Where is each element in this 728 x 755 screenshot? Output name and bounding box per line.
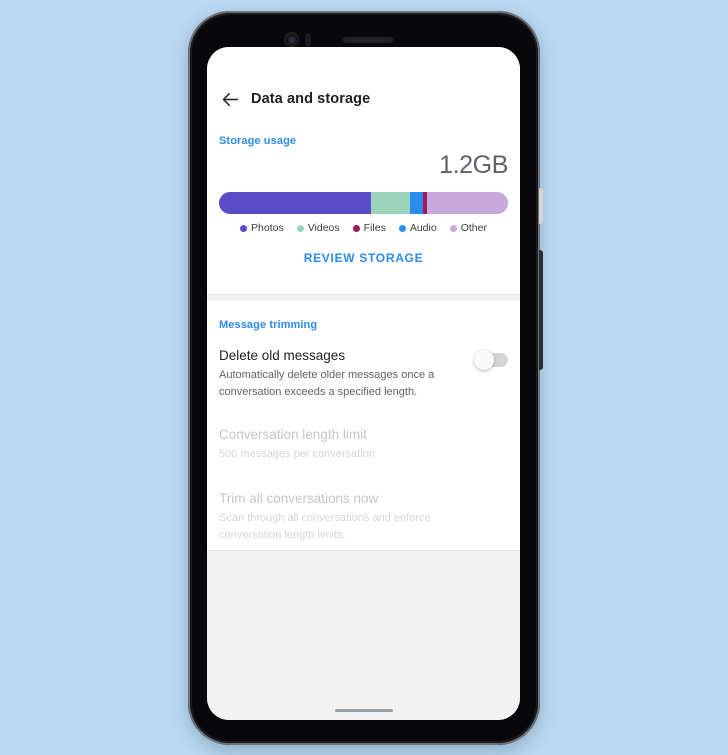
storage-bar-segment-photos: [219, 192, 371, 214]
row-subtitle: Automatically delete older messages once…: [219, 369, 435, 398]
row-title: Delete old messages: [219, 348, 346, 363]
storage-bar-segment-other: [426, 192, 508, 214]
legend-item-other: Other: [449, 222, 487, 234]
storage-bar-segment-audio: [409, 192, 423, 214]
row-title: Trim all conversations now: [219, 490, 379, 506]
legend-label: Photos: [251, 222, 284, 234]
app-header: Data and storage: [207, 79, 520, 119]
delete-old-messages-toggle[interactable]: [474, 350, 508, 370]
section-divider: [207, 294, 520, 300]
front-camera-icon: [284, 32, 299, 47]
phone-device: Data and storage Storage usage 1.2GB Pho…: [188, 11, 543, 745]
earpiece-speaker-icon: [343, 37, 393, 43]
legend-dot-icon: [352, 224, 360, 232]
row-subtitle: 500 messages per conversation: [219, 448, 375, 461]
legend-item-videos: Videos: [296, 222, 340, 234]
legend-label: Other: [460, 222, 487, 234]
settings-row-trim-all-conversations: Trim all conversations now Scan through …: [207, 490, 520, 543]
storage-legend: Photos Videos Files Audio Other: [207, 222, 520, 234]
legend-dot-icon: [296, 224, 304, 232]
storage-bar-segment-videos: [371, 192, 410, 214]
app-content: Data and storage Storage usage 1.2GB Pho…: [207, 47, 520, 550]
review-storage-button[interactable]: REVIEW STORAGE: [207, 251, 520, 265]
volume-rocker-button[interactable]: [539, 250, 543, 370]
legend-dot-icon: [240, 224, 248, 232]
back-button[interactable]: [213, 82, 247, 116]
row-subtitle: Scan through all conversations and enfor…: [219, 512, 431, 541]
gesture-navigation-bar[interactable]: [334, 709, 393, 712]
legend-item-audio: Audio: [398, 222, 437, 234]
screen-empty-area: [207, 550, 520, 720]
page-title: Data and storage: [251, 91, 371, 107]
legend-label: Files: [363, 222, 386, 234]
row-title: Conversation length limit: [219, 427, 367, 443]
power-button[interactable]: [539, 188, 543, 224]
message-trimming-section: Message trimming Delete old messages Aut…: [207, 319, 520, 543]
settings-row-conversation-length-limit: Conversation length limit 500 messages p…: [207, 426, 520, 463]
arrow-left-icon: [222, 92, 238, 106]
message-trimming-label: Message trimming: [219, 319, 318, 331]
storage-usage-bar[interactable]: [219, 192, 508, 214]
legend-dot-icon: [398, 224, 406, 232]
toggle-knob: [474, 350, 494, 370]
proximity-sensor-icon: [305, 33, 311, 47]
legend-item-files: Files: [352, 222, 386, 234]
legend-label: Audio: [409, 222, 437, 234]
phone-screen: Data and storage Storage usage 1.2GB Pho…: [207, 47, 520, 720]
storage-usage-section: Storage usage 1.2GB Photos Videos Files Aud…: [207, 135, 520, 265]
legend-label: Videos: [307, 222, 340, 234]
legend-dot-icon: [449, 224, 457, 232]
storage-usage-label: Storage usage: [219, 135, 297, 147]
legend-item-photos: Photos: [240, 222, 284, 234]
settings-row-delete-old-messages[interactable]: Delete old messages Automatically delete…: [207, 347, 520, 400]
storage-total-value: 1.2GB: [439, 151, 508, 179]
